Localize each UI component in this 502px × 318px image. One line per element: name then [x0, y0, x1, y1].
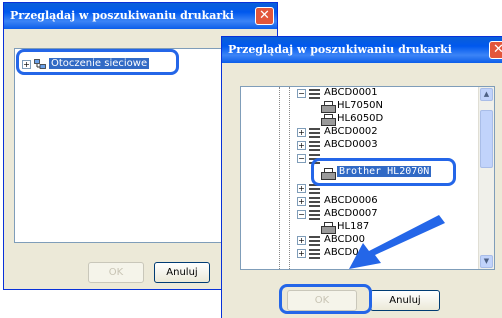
server-icon	[309, 236, 320, 246]
collapse-icon[interactable]: −	[297, 89, 306, 98]
server-icon	[309, 210, 320, 220]
tree-item-label: HL6050D	[337, 113, 384, 124]
printer-icon	[321, 222, 336, 234]
ok-button[interactable]: OK	[88, 262, 144, 283]
collapse-icon[interactable]: −	[297, 154, 306, 163]
scroll-thumb[interactable]	[480, 110, 493, 168]
cancel-button[interactable]: Anuluj	[370, 290, 440, 311]
expand-icon[interactable]: +	[297, 236, 306, 245]
callout-highlight-ok	[279, 284, 372, 314]
tree-item-label: ABCD0003	[324, 139, 378, 150]
expand-icon[interactable]: +	[297, 249, 306, 258]
close-icon: ✕	[259, 8, 270, 23]
close-button[interactable]: ✕	[489, 41, 502, 59]
server-icon	[309, 141, 320, 151]
callout-highlight-printer	[311, 158, 456, 186]
server-icon	[309, 249, 320, 259]
expand-icon[interactable]: +	[297, 197, 306, 206]
tree-item-label: ABCD0006	[324, 195, 378, 206]
server-icon	[309, 197, 320, 207]
server-icon	[309, 128, 320, 138]
tree-item-label: HL7050N	[337, 100, 384, 111]
expand-icon[interactable]: +	[297, 141, 306, 150]
title-bar[interactable]: Przeglądaj w poszukiwaniu drukarki ✕	[4, 3, 277, 29]
callout-highlight-network	[16, 49, 179, 75]
expand-icon[interactable]: +	[297, 128, 306, 137]
printer-icon	[321, 114, 336, 126]
tree-item-label: ABCD0001	[324, 87, 378, 98]
printer-icon	[321, 101, 336, 113]
close-icon: ✕	[493, 42, 502, 57]
close-button[interactable]: ✕	[255, 7, 274, 25]
tree-connector	[289, 87, 290, 269]
collapse-icon[interactable]: −	[297, 210, 306, 219]
vertical-scrollbar[interactable]: ▲ ▼	[478, 87, 494, 269]
expand-icon[interactable]: +	[297, 184, 306, 193]
dialog-title: Przeglądaj w poszukiwaniu drukarki	[228, 43, 452, 56]
scroll-up-icon[interactable]: ▲	[480, 88, 493, 101]
server-icon	[309, 89, 320, 99]
cancel-button[interactable]: Anuluj	[154, 262, 210, 283]
dialog-title: Przeglądaj w poszukiwaniu drukarki	[10, 9, 234, 22]
tree-item-label: ABCD0002	[324, 126, 378, 137]
scroll-down-icon[interactable]: ▼	[480, 255, 493, 268]
title-bar[interactable]: Przeglądaj w poszukiwaniu drukarki ✕	[222, 37, 502, 63]
tree-connector	[279, 87, 280, 269]
callout-arrow-icon	[349, 215, 445, 269]
